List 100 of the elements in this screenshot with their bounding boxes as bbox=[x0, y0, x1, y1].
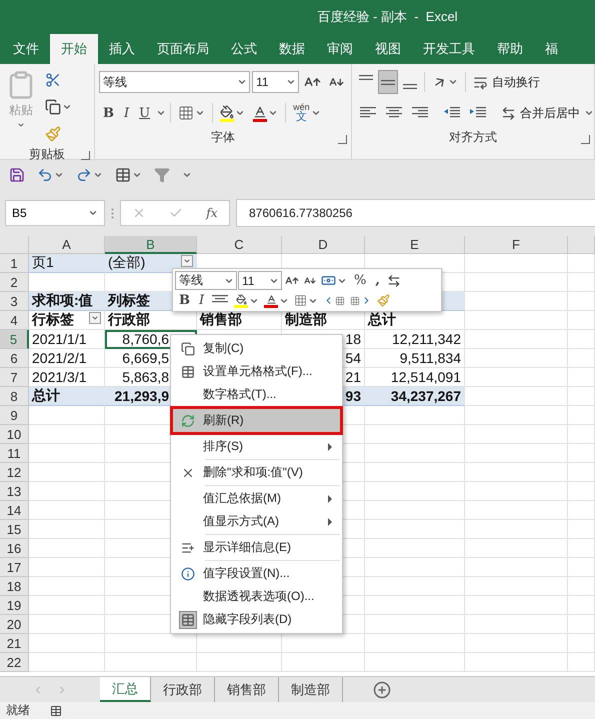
menu-item[interactable]: 删除"求和项:值"(V) bbox=[173, 461, 340, 484]
dialog-launcher-icon[interactable] bbox=[581, 135, 590, 144]
row-header[interactable]: 21 bbox=[0, 634, 29, 653]
formula-input[interactable]: 8760616.77380256 bbox=[236, 199, 595, 227]
ribbon-tab[interactable]: 数据 bbox=[268, 34, 316, 64]
font-color-icon bbox=[253, 104, 268, 118]
row-header[interactable]: 20 bbox=[0, 615, 29, 634]
name-box[interactable]: B5 bbox=[5, 200, 105, 226]
banknote-icon bbox=[321, 273, 336, 288]
table-cell bbox=[568, 653, 595, 672]
window-title: 百度经验 - 副本 - Excel bbox=[317, 8, 458, 26]
font-name-field[interactable]: 等线 bbox=[99, 71, 250, 93]
ribbon-tab[interactable]: 视图 bbox=[364, 34, 412, 64]
table-cell bbox=[568, 482, 595, 501]
caret-icon bbox=[93, 170, 103, 180]
row-header[interactable]: 19 bbox=[0, 596, 29, 615]
italic-button[interactable]: I bbox=[195, 292, 208, 309]
table-cell: 制造部 bbox=[282, 311, 365, 330]
comma-style-button[interactable]: , bbox=[371, 272, 384, 289]
font-size-field[interactable]: 11 bbox=[252, 71, 299, 93]
row-header[interactable]: 16 bbox=[0, 539, 29, 558]
table-cell bbox=[568, 596, 595, 615]
font-size-field[interactable]: 11 bbox=[238, 271, 282, 290]
menu-item[interactable]: 数据透视表选项(O)... bbox=[173, 585, 340, 608]
table-cell bbox=[568, 463, 595, 482]
column-header[interactable]: D bbox=[282, 236, 365, 254]
insert-function-button[interactable]: fx bbox=[206, 206, 218, 220]
vertical-align-button[interactable] bbox=[378, 70, 398, 94]
menu-item[interactable]: 值字段设置(N)... bbox=[173, 562, 340, 585]
row-header[interactable]: 3 bbox=[0, 292, 29, 311]
table-cell bbox=[568, 406, 595, 425]
underline-button[interactable]: U bbox=[135, 104, 154, 122]
sheet-tab[interactable]: 汇总 bbox=[100, 677, 151, 702]
row-header[interactable]: 13 bbox=[0, 482, 29, 501]
menu-item[interactable]: 值显示方式(A) bbox=[173, 510, 340, 533]
ribbon-tab[interactable]: 开发工具 bbox=[412, 34, 486, 64]
align-center-icon bbox=[385, 106, 403, 120]
font-name-field[interactable]: 等线 bbox=[175, 271, 237, 290]
row-header[interactable]: 2 bbox=[0, 273, 29, 292]
row-header[interactable]: 4 bbox=[0, 311, 29, 330]
row-header[interactable]: 17 bbox=[0, 558, 29, 577]
row-header[interactable]: 15 bbox=[0, 520, 29, 539]
caret-icon bbox=[88, 208, 98, 218]
menu-item[interactable]: 值汇总依据(M) bbox=[173, 487, 340, 510]
table-cell: 求和项:值 bbox=[29, 292, 105, 311]
ribbon-tab[interactable]: 福 bbox=[534, 34, 569, 64]
ribbon-tab[interactable]: 插入 bbox=[98, 34, 146, 64]
italic-button[interactable]: I bbox=[120, 104, 134, 122]
menu-item[interactable]: 排序(S) bbox=[173, 435, 340, 458]
filter-icon bbox=[154, 167, 170, 183]
row-header[interactable]: 8 bbox=[0, 387, 29, 406]
menu-item[interactable]: 隐藏字段列表(D) bbox=[173, 608, 340, 631]
filter-dropdown-button[interactable] bbox=[181, 255, 193, 267]
filter-dropdown-button[interactable] bbox=[89, 312, 101, 324]
ribbon-tab[interactable]: 公式 bbox=[220, 34, 268, 64]
column-header[interactable]: E bbox=[365, 236, 465, 254]
row-header[interactable]: 1 bbox=[0, 254, 29, 273]
table-cell bbox=[568, 425, 595, 444]
dialog-launcher-icon[interactable] bbox=[338, 135, 347, 144]
merge-center-button[interactable]: 合并后居中 bbox=[498, 102, 595, 124]
wrap-text-button[interactable]: 自动换行 bbox=[470, 72, 543, 92]
bold-button[interactable]: B bbox=[99, 104, 118, 122]
table-cell bbox=[568, 368, 595, 387]
row-header[interactable]: 12 bbox=[0, 463, 29, 482]
row-header[interactable]: 22 bbox=[0, 653, 29, 672]
menu-item[interactable]: 刷新(R) bbox=[173, 409, 340, 432]
ribbon-tab[interactable]: 审阅 bbox=[316, 34, 364, 64]
row-header[interactable]: 14 bbox=[0, 501, 29, 520]
caret-icon bbox=[182, 170, 192, 180]
column-header[interactable]: B bbox=[105, 236, 197, 254]
row-header[interactable]: 11 bbox=[0, 444, 29, 463]
ribbon-tab[interactable]: 页面布局 bbox=[146, 34, 220, 64]
ribbon-tab[interactable]: 帮助 bbox=[486, 34, 534, 64]
row-header[interactable]: 5 bbox=[0, 330, 29, 349]
row-header[interactable]: 7 bbox=[0, 368, 29, 387]
ribbon-tab[interactable]: 文件 bbox=[2, 34, 50, 64]
row-header[interactable]: 6 bbox=[0, 349, 29, 368]
ribbon-tab[interactable]: 开始 bbox=[50, 34, 98, 64]
table-cell: 行政部 bbox=[105, 311, 197, 330]
caret-icon bbox=[448, 77, 458, 87]
percent-button[interactable]: % bbox=[350, 272, 370, 289]
table-cell bbox=[568, 634, 595, 653]
row-header[interactable]: 18 bbox=[0, 577, 29, 596]
row-header[interactable]: 9 bbox=[0, 406, 29, 425]
column-header[interactable]: C bbox=[197, 236, 282, 254]
caret-icon bbox=[54, 170, 64, 180]
table-cell: 34,237,267 bbox=[365, 387, 465, 406]
phonetic-button[interactable]: wén 文 bbox=[290, 101, 324, 125]
table-cell bbox=[568, 273, 595, 292]
table-cell bbox=[568, 311, 595, 330]
caret-icon bbox=[156, 108, 166, 118]
column-header[interactable]: F bbox=[465, 236, 568, 254]
bold-button[interactable]: B bbox=[175, 292, 194, 309]
table-cell bbox=[568, 615, 595, 634]
menu-item[interactable]: 显示详细信息(E) bbox=[173, 536, 340, 559]
middle-align-icon bbox=[381, 80, 395, 84]
table-cell bbox=[568, 387, 595, 406]
row-header[interactable]: 10 bbox=[0, 425, 29, 444]
align-left-icon bbox=[359, 106, 377, 120]
column-header[interactable]: A bbox=[29, 236, 105, 254]
